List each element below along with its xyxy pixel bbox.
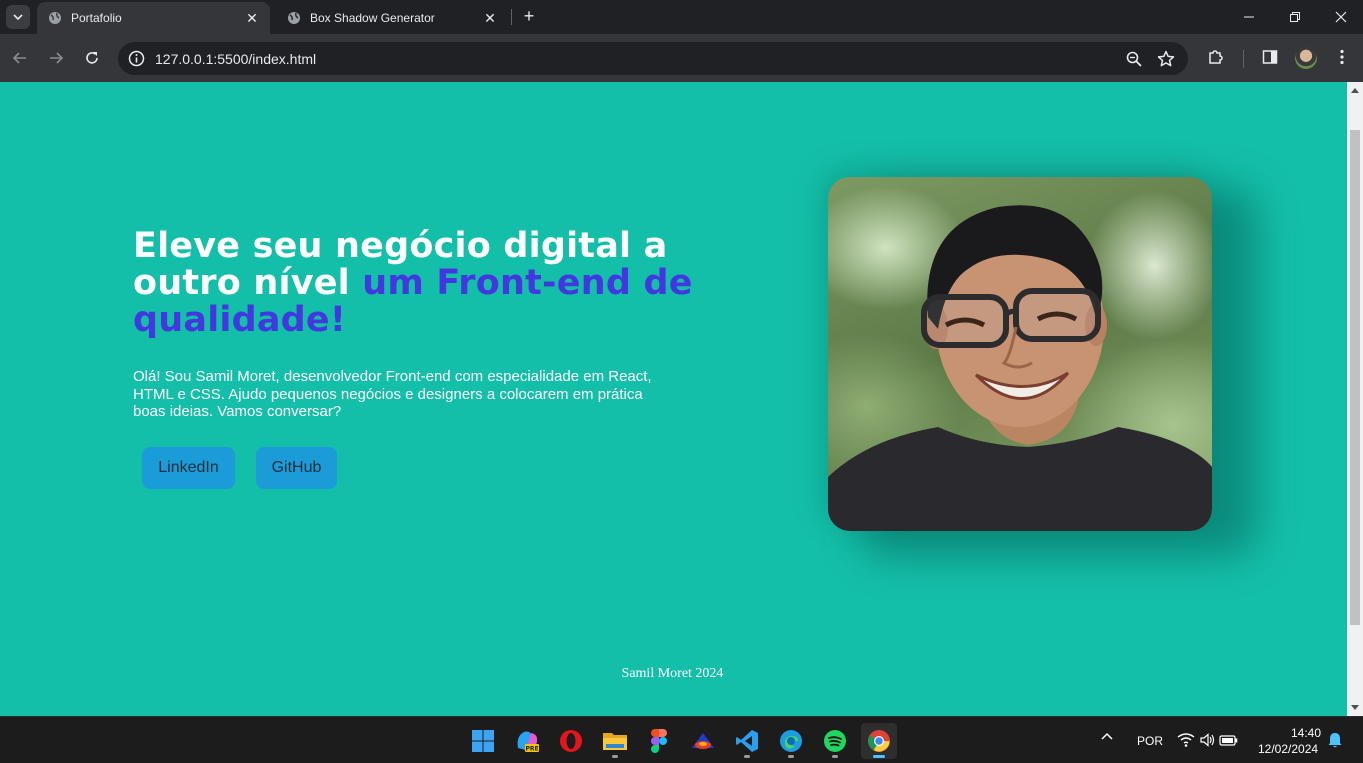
taskbar-opera[interactable] (553, 723, 589, 759)
tab-separator (511, 9, 512, 25)
taskbar-figma[interactable] (641, 723, 677, 759)
page-scrollbar[interactable] (1347, 82, 1363, 716)
minimize-icon (1244, 16, 1254, 18)
forward-button[interactable] (44, 46, 68, 70)
more-vertical-icon (1340, 49, 1344, 65)
extensions-button[interactable] (1205, 46, 1227, 68)
puzzle-icon (1209, 50, 1223, 64)
close-window-button[interactable] (1318, 0, 1363, 34)
scroll-down-arrow[interactable] (1351, 705, 1359, 710)
tab-search-button[interactable] (6, 5, 30, 29)
tab-box-shadow-generator[interactable]: Box Shadow Generator ✕ (276, 2, 508, 34)
clock-time[interactable]: 14:40 (1291, 726, 1321, 740)
arrow-right-icon (50, 52, 64, 64)
network-volume-battery[interactable] (1177, 731, 1241, 752)
running-indicator (612, 755, 618, 758)
profile-photo (828, 177, 1212, 531)
reload-icon (86, 52, 98, 64)
browser-toolbar: 127.0.0.1:5500/index.html (0, 34, 1363, 82)
file-explorer-icon (603, 733, 627, 750)
copilot-pre-icon: PRE (517, 731, 539, 753)
portrait-illustration (828, 205, 1212, 531)
spotify-icon (824, 730, 846, 752)
edge-icon (780, 730, 802, 752)
wifi-icon (1177, 733, 1195, 747)
tab-title: Box Shadow Generator (310, 11, 435, 25)
app-icon (692, 733, 714, 749)
clock-date[interactable]: 12/02/2024 (1258, 742, 1318, 756)
side-panel-icon (1262, 50, 1278, 64)
browser-menu-button[interactable] (1331, 46, 1353, 68)
reload-button[interactable] (80, 46, 104, 70)
info-icon[interactable] (128, 50, 145, 67)
taskbar-vscode[interactable] (729, 723, 765, 759)
scroll-up-arrow[interactable] (1351, 88, 1359, 93)
volume-icon (1200, 733, 1215, 747)
taskbar-chrome[interactable] (861, 723, 897, 759)
globe-icon (47, 10, 63, 26)
battery-icon (1219, 735, 1238, 746)
toolbar-divider (1243, 50, 1244, 68)
tab-portafolio[interactable]: Portafolio ✕ (37, 2, 270, 34)
figma-icon (651, 729, 667, 753)
chevron-down-icon (13, 14, 23, 21)
tab-strip: Portafolio ✕ Box Shadow Generator ✕ + (0, 0, 1363, 34)
language-indicator[interactable]: POR (1137, 734, 1163, 748)
taskbar-copilot-pre[interactable]: PRE (509, 723, 545, 759)
restore-button[interactable] (1272, 0, 1318, 34)
back-button[interactable] (8, 46, 32, 70)
start-button[interactable] (465, 723, 501, 759)
tab-title: Portafolio (71, 11, 122, 25)
scrollbar-thumb[interactable] (1350, 130, 1360, 625)
running-indicator (873, 755, 885, 758)
intro-paragraph: Olá! Sou Samil Moret, desenvolvedor Fron… (133, 368, 652, 420)
running-indicator (832, 755, 838, 758)
globe-icon (286, 10, 302, 26)
url-text: 127.0.0.1:5500/index.html (155, 51, 317, 67)
side-panel-button[interactable] (1259, 46, 1281, 68)
chrome-icon (868, 730, 890, 752)
page-footer: Samil Moret 2024 (621, 666, 724, 681)
close-tab-icon[interactable]: ✕ (482, 10, 498, 26)
bookmark-star-icon[interactable] (1157, 50, 1175, 68)
running-indicator (744, 755, 750, 758)
taskbar-app[interactable] (685, 723, 721, 759)
minimize-button[interactable] (1226, 0, 1272, 34)
hero-headline: Eleve seu negócio digital a outro nível … (133, 228, 713, 339)
taskbar-spotify[interactable] (817, 723, 853, 759)
bell-icon (1328, 733, 1342, 748)
svg-text:PRE: PRE (525, 746, 538, 753)
github-button[interactable]: GitHub (256, 447, 337, 489)
notifications-button[interactable] (1328, 732, 1342, 751)
arrow-left-icon (12, 52, 26, 64)
profile-avatar[interactable] (1295, 47, 1317, 69)
running-indicator (788, 755, 794, 758)
taskbar-file-explorer[interactable] (597, 723, 633, 759)
page-viewport: Eleve seu negócio digital a outro nível … (0, 82, 1347, 716)
close-tab-icon[interactable]: ✕ (244, 10, 260, 26)
zoom-icon[interactable] (1125, 50, 1143, 68)
windows-start-icon (472, 730, 494, 752)
show-hidden-icons-button[interactable] (1101, 731, 1113, 746)
opera-icon (560, 730, 582, 752)
close-icon (1335, 11, 1347, 23)
windows-taskbar: PRE POR 14:40 12/02/2024 (0, 716, 1363, 763)
new-tab-button[interactable]: + (518, 5, 540, 27)
address-bar[interactable]: 127.0.0.1:5500/index.html (118, 42, 1188, 75)
chevron-up-icon (1101, 732, 1113, 740)
linkedin-button[interactable]: LinkedIn (142, 447, 235, 489)
taskbar-edge[interactable] (773, 723, 809, 759)
restore-icon (1290, 12, 1300, 22)
vscode-icon (736, 730, 758, 752)
